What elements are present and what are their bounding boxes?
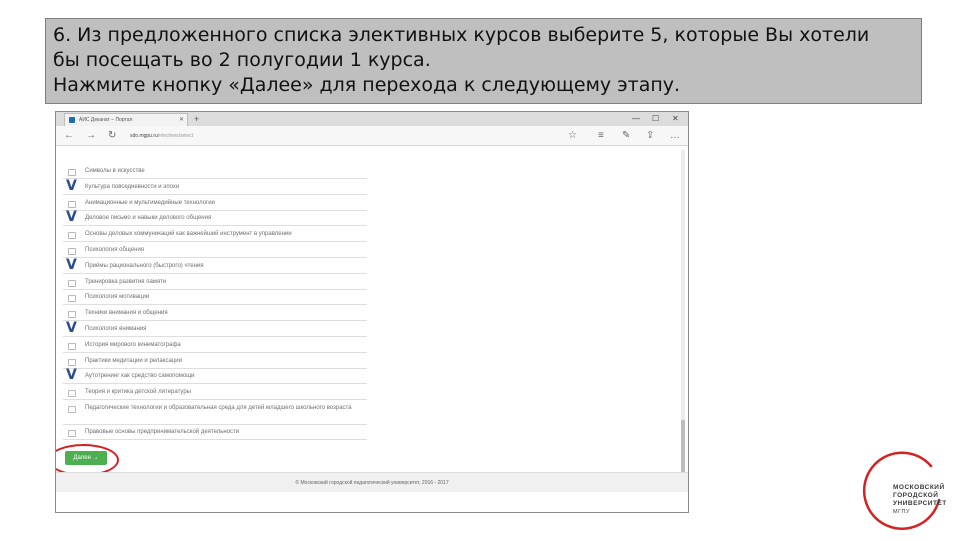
close-tab-icon[interactable]: ✕ bbox=[179, 114, 184, 126]
favorite-star-icon[interactable]: ☆ bbox=[568, 129, 577, 143]
new-tab-button[interactable]: + bbox=[194, 112, 199, 126]
checkmark-icon[interactable]: V bbox=[66, 178, 77, 194]
course-row[interactable]: Символы в искусстве bbox=[63, 164, 367, 179]
course-label: Психология внимания bbox=[85, 326, 147, 332]
logo-line-4: МГПУ bbox=[893, 509, 911, 515]
close-window-button[interactable]: ✕ bbox=[672, 113, 679, 125]
page-content: Символы в искусстве V Культура повседневно… bbox=[56, 146, 688, 492]
course-row[interactable]: Психология мотивации bbox=[63, 290, 367, 306]
course-checkbox[interactable] bbox=[68, 200, 76, 208]
notes-icon[interactable]: ✎ bbox=[622, 129, 630, 143]
mgpu-logo: МОСКОВСКИЙ ГОРОДСКОЙ УНИВЕРСИТЕТ МГПУ bbox=[861, 450, 949, 536]
course-checkbox[interactable] bbox=[68, 342, 76, 350]
logo-line-3: УНИВЕРСИТЕТ bbox=[893, 500, 947, 507]
address-host: sdo.mgpu.ru bbox=[130, 133, 158, 139]
hub-icon[interactable]: ≡ bbox=[598, 129, 604, 143]
course-checkbox[interactable] bbox=[68, 430, 76, 437]
back-icon[interactable]: ← bbox=[64, 129, 74, 143]
course-label: Психология общения bbox=[85, 247, 145, 253]
page-footer: © Московский городской педагогический ун… bbox=[56, 472, 688, 492]
course-label: Символы в искусстве bbox=[85, 168, 145, 174]
tab-title: АИС Деканат – Портал bbox=[79, 117, 133, 123]
checkmark-icon[interactable]: V bbox=[66, 257, 77, 273]
address-path: /electives/select bbox=[157, 133, 194, 139]
course-row[interactable]: V Психология внимания bbox=[63, 320, 367, 337]
course-row[interactable]: V Деловое письмо и навыки делового общени… bbox=[63, 209, 367, 227]
minimize-button[interactable]: — bbox=[632, 113, 640, 125]
share-icon[interactable]: ⇪ bbox=[646, 129, 654, 143]
instruction-line-3: Нажмите кнопку «Далее» для перехода к сл… bbox=[53, 74, 681, 96]
checkmark-icon[interactable]: V bbox=[66, 209, 77, 225]
instruction-banner: 6. Из предложенного списка элективных ку… bbox=[45, 18, 922, 104]
course-row[interactable]: V Аутотренинг как средство самопомощи bbox=[63, 367, 367, 385]
course-row[interactable]: Анимационные и мультимедийные технологии bbox=[63, 196, 367, 211]
browser-toolbar: ← → ↻ sdo.mgpu.ru/electives/select ☆ ≡ ✎… bbox=[56, 126, 688, 146]
instruction-line-2: бы посещать во 2 полугодии 1 курса. bbox=[53, 49, 431, 71]
course-label: Тренировка развития памяти bbox=[85, 278, 167, 285]
course-row[interactable]: Практики медитации и релаксации bbox=[63, 354, 367, 369]
course-checkbox[interactable] bbox=[68, 295, 76, 303]
course-label: Анимационные и мультимедийные технологии bbox=[85, 199, 215, 206]
forward-icon[interactable]: → bbox=[86, 129, 96, 143]
more-icon[interactable]: … bbox=[670, 129, 680, 143]
course-row[interactable]: V Приёмы рационального (быстрого) чтения bbox=[63, 257, 367, 274]
course-checkbox[interactable] bbox=[68, 390, 76, 398]
course-row[interactable]: Основы деловых коммуникаций как важнейши… bbox=[63, 227, 367, 243]
course-label: История мирового кинематографа bbox=[85, 341, 181, 348]
course-label: Основы деловых коммуникаций как важнейши… bbox=[85, 231, 292, 238]
course-checkbox[interactable] bbox=[68, 358, 76, 366]
course-checkbox[interactable] bbox=[68, 311, 76, 319]
course-row[interactable]: Правовые основы предпринимательской деят… bbox=[63, 425, 367, 440]
browser-window: АИС Деканат – Портал ✕ + — ☐ ✕ ← → ↻ sdo… bbox=[55, 111, 689, 513]
course-checkbox[interactable] bbox=[68, 406, 76, 413]
next-button[interactable]: Далее → bbox=[65, 451, 107, 465]
course-row[interactable]: V Культура повседневности и эпохи bbox=[63, 178, 367, 195]
course-checkbox[interactable] bbox=[68, 248, 76, 255]
scrollbar-thumb[interactable] bbox=[681, 420, 685, 480]
favicon-icon bbox=[69, 117, 75, 123]
checkmark-icon[interactable]: V bbox=[66, 367, 77, 383]
course-label: Техники внимания и общения bbox=[85, 310, 168, 317]
course-label: Аутотренинг как средство самопомощи bbox=[85, 373, 195, 380]
course-row[interactable]: Теория и критика детской литературы bbox=[63, 385, 367, 401]
course-checkbox[interactable] bbox=[68, 169, 76, 176]
course-label: Теория и критика детской литературы bbox=[85, 389, 191, 396]
course-label: Деловое письмо и навыки делового общения bbox=[85, 215, 212, 222]
course-row[interactable]: Техники внимания и общения bbox=[63, 306, 367, 322]
course-label: Педагогические технологии и образователь… bbox=[85, 405, 352, 411]
course-row[interactable]: Психология общения bbox=[63, 243, 367, 258]
course-label: Культура повседневности и эпохи bbox=[85, 183, 180, 190]
course-row[interactable]: Педагогические технологии и образователь… bbox=[63, 401, 367, 425]
logo-text: МОСКОВСКИЙ ГОРОДСКОЙ УНИВЕРСИТЕТ МГПУ bbox=[893, 484, 947, 516]
course-label: Практики медитации и релаксации bbox=[85, 357, 182, 364]
course-label: Психология мотивации bbox=[85, 294, 150, 301]
logo-line-2: ГОРОДСКОЙ bbox=[893, 492, 939, 499]
course-label: Правовые основы предпринимательской деят… bbox=[85, 429, 240, 435]
checkmark-icon[interactable]: V bbox=[66, 320, 77, 336]
course-checkbox[interactable] bbox=[68, 279, 76, 287]
course-label: Приёмы рационального (быстрого) чтения bbox=[85, 262, 204, 269]
scrollbar[interactable] bbox=[681, 150, 685, 480]
tab-bar: АИС Деканат – Портал ✕ + — ☐ ✕ bbox=[56, 112, 688, 126]
instruction-line-1: 6. Из предложенного списка элективных ку… bbox=[53, 24, 870, 46]
course-row[interactable]: Тренировка развития памяти bbox=[63, 275, 367, 290]
course-checkbox[interactable] bbox=[68, 232, 76, 240]
browser-tab[interactable]: АИС Деканат – Портал ✕ bbox=[64, 113, 188, 126]
maximize-button[interactable]: ☐ bbox=[652, 113, 659, 125]
logo-line-1: МОСКОВСКИЙ bbox=[893, 484, 945, 491]
address-bar[interactable]: sdo.mgpu.ru/electives/select bbox=[130, 129, 510, 143]
course-row[interactable]: История мирового кинематографа bbox=[63, 338, 367, 353]
refresh-icon[interactable]: ↻ bbox=[108, 129, 116, 143]
